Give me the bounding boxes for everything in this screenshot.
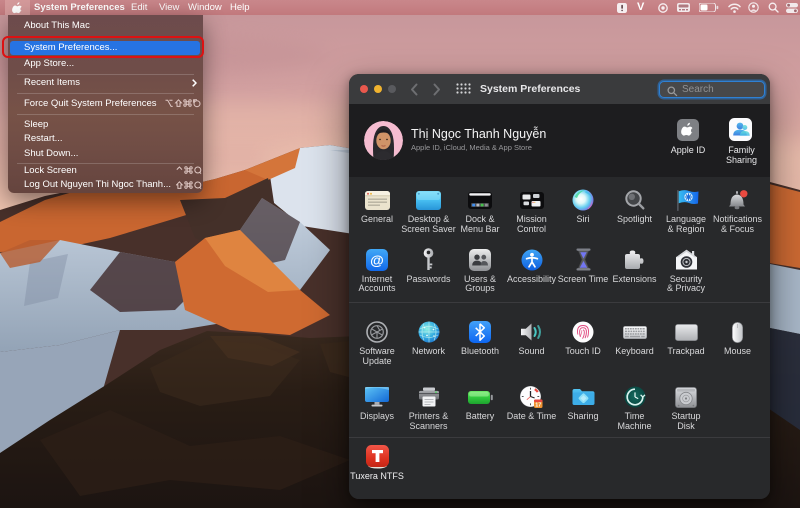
svg-text:@: @	[370, 251, 384, 267]
svg-text:17: 17	[535, 403, 541, 408]
